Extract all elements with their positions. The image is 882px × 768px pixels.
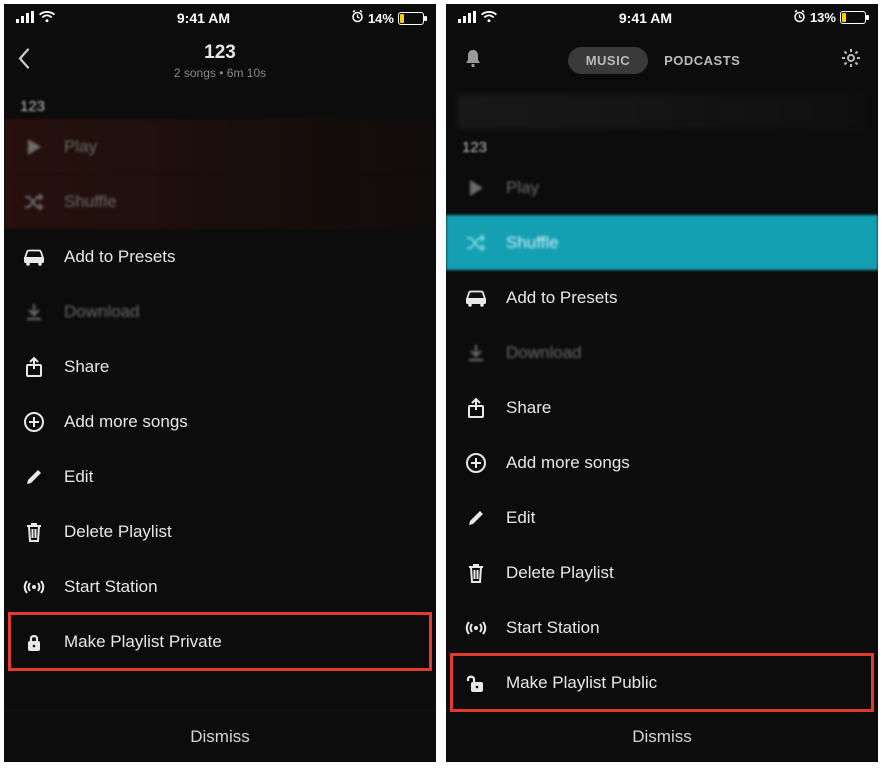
menu-start-station[interactable]: Start Station: [4, 559, 436, 614]
pencil-icon: [464, 506, 488, 530]
menu-play[interactable]: Play: [446, 160, 878, 215]
menu-label: Download: [506, 343, 582, 363]
page-title: 123: [174, 42, 266, 64]
share-icon: [464, 396, 488, 420]
pencil-icon: [22, 465, 46, 489]
phone-right: 9:41 AM 13% MUSIC PODCASTS 123 Play: [446, 4, 878, 762]
menu-download[interactable]: Download: [4, 284, 436, 339]
menu-label: Make Playlist Public: [506, 673, 657, 693]
car-icon: [464, 286, 488, 310]
menu-edit[interactable]: Edit: [446, 490, 878, 545]
menu-label: Edit: [64, 467, 93, 487]
status-time: 9:41 AM: [177, 10, 230, 26]
broadcast-icon: [22, 575, 46, 599]
menu-download[interactable]: Download: [446, 325, 878, 380]
alarm-icon: [351, 10, 364, 26]
menu-label: Play: [506, 178, 539, 198]
menu-add-songs[interactable]: Add more songs: [4, 394, 436, 449]
menu-add-presets[interactable]: Add to Presets: [4, 229, 436, 284]
menu-add-presets[interactable]: Add to Presets: [446, 270, 878, 325]
menu-label: Edit: [506, 508, 535, 528]
header: MUSIC PODCASTS: [446, 32, 878, 90]
battery-percent: 14%: [368, 11, 394, 26]
menu-label: Share: [64, 357, 109, 377]
menu-add-songs[interactable]: Add more songs: [446, 435, 878, 490]
tab-podcasts[interactable]: PODCASTS: [648, 47, 756, 74]
battery-icon: [840, 11, 866, 24]
download-icon: [22, 300, 46, 324]
alarm-icon: [793, 10, 806, 26]
plus-circle-icon: [22, 410, 46, 434]
menu-label: Play: [64, 137, 97, 157]
menu-make-private[interactable]: Make Playlist Private: [4, 614, 436, 669]
menu-label: Download: [64, 302, 140, 322]
shuffle-icon: [22, 190, 46, 214]
menu-share[interactable]: Share: [4, 339, 436, 394]
dismiss-button[interactable]: Dismiss: [446, 710, 878, 762]
menu-label: Add more songs: [64, 412, 188, 432]
status-time: 9:41 AM: [619, 10, 672, 26]
cellular-icon: [16, 10, 34, 26]
settings-button[interactable]: [840, 47, 862, 74]
menu-label: Add more songs: [506, 453, 630, 473]
wifi-icon: [38, 10, 56, 26]
menu-edit[interactable]: Edit: [4, 449, 436, 504]
cellular-icon: [458, 10, 476, 26]
menu-label: Delete Playlist: [64, 522, 172, 542]
menu-label: Start Station: [506, 618, 600, 638]
tab-music[interactable]: MUSIC: [568, 47, 648, 74]
menu-delete[interactable]: Delete Playlist: [4, 504, 436, 559]
menu-label: Share: [506, 398, 551, 418]
play-icon: [464, 176, 488, 200]
dismiss-label: Dismiss: [632, 727, 692, 747]
unlock-icon: [464, 671, 488, 695]
play-icon: [22, 135, 46, 159]
playlist-name: 123: [4, 90, 436, 119]
broadcast-icon: [464, 616, 488, 640]
share-icon: [22, 355, 46, 379]
car-icon: [22, 245, 46, 269]
menu-shuffle[interactable]: Shuffle: [446, 215, 878, 270]
dismiss-button[interactable]: Dismiss: [4, 710, 436, 762]
phone-left: 9:41 AM 14% 123 2 songs • 6m 10s 123 Pla…: [4, 4, 436, 762]
trash-icon: [22, 520, 46, 544]
tab-switcher: MUSIC PODCASTS: [568, 47, 757, 74]
plus-circle-icon: [464, 451, 488, 475]
page-subtitle: 2 songs • 6m 10s: [174, 66, 266, 80]
battery-percent: 13%: [810, 10, 836, 25]
menu-make-public[interactable]: Make Playlist Public: [446, 655, 878, 710]
download-icon: [464, 341, 488, 365]
battery-icon: [398, 12, 424, 25]
notifications-button[interactable]: [462, 47, 484, 74]
trash-icon: [464, 561, 488, 585]
menu-label: Start Station: [64, 577, 158, 597]
context-menu: Play Shuffle Add to Presets Download Sha…: [446, 160, 878, 710]
header: 123 2 songs • 6m 10s: [4, 32, 436, 90]
menu-label: Add to Presets: [506, 288, 618, 308]
menu-label: Delete Playlist: [506, 563, 614, 583]
lock-icon: [22, 630, 46, 654]
dismiss-label: Dismiss: [190, 727, 250, 747]
menu-label: Shuffle: [64, 192, 117, 212]
menu-share[interactable]: Share: [446, 380, 878, 435]
menu-label: Shuffle: [506, 233, 559, 253]
menu-shuffle[interactable]: Shuffle: [4, 174, 436, 229]
shuffle-icon: [464, 231, 488, 255]
wifi-icon: [480, 10, 498, 26]
menu-label: Add to Presets: [64, 247, 176, 267]
menu-start-station[interactable]: Start Station: [446, 600, 878, 655]
menu-play[interactable]: Play: [4, 119, 436, 174]
status-bar: 9:41 AM 14%: [4, 4, 436, 32]
menu-delete[interactable]: Delete Playlist: [446, 545, 878, 600]
blurred-tabs: [458, 94, 866, 130]
back-button[interactable]: [16, 48, 32, 75]
playlist-name: 123: [446, 131, 878, 160]
status-bar: 9:41 AM 13%: [446, 4, 878, 32]
context-menu: Play Shuffle Add to Presets Download Sha…: [4, 119, 436, 710]
menu-label: Make Playlist Private: [64, 632, 222, 652]
